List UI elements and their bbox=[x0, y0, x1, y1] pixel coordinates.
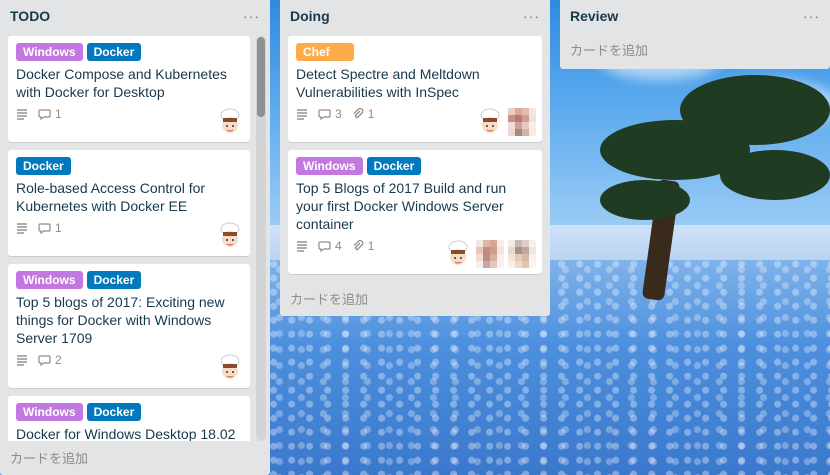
card[interactable]: Chef Detect Spectre and Meltdown Vulnera… bbox=[288, 36, 542, 142]
card[interactable]: Windows Docker Top 5 blogs of 2017: Exci… bbox=[8, 264, 250, 388]
label-docker: Docker bbox=[86, 43, 142, 61]
pixelated-avatar[interactable] bbox=[476, 240, 504, 268]
tree-crown bbox=[720, 150, 830, 200]
comment-count: 1 bbox=[55, 107, 62, 121]
attachments-badge: 1 bbox=[352, 239, 375, 253]
list-header: Review ··· bbox=[560, 0, 830, 32]
list-doing: Doing ··· Chef Detect Spectre and Meltdo… bbox=[280, 0, 550, 316]
attachment-count: 1 bbox=[367, 239, 375, 253]
card[interactable]: Windows Docker Docker for Windows Deskto… bbox=[8, 396, 250, 441]
tree-crown bbox=[680, 75, 830, 145]
chef-avatar[interactable] bbox=[216, 222, 244, 250]
label-docker: Docker bbox=[16, 157, 71, 175]
card-title: Top 5 Blogs of 2017 Build and run your f… bbox=[296, 180, 507, 232]
comment-count: 3 bbox=[335, 107, 342, 121]
description-icon bbox=[16, 354, 28, 366]
attachments-badge: 1 bbox=[352, 107, 375, 121]
card[interactable]: Windows Docker Top 5 Blogs of 2017 Build… bbox=[288, 150, 542, 274]
chef-avatar[interactable] bbox=[476, 108, 504, 136]
attachment-count: 1 bbox=[367, 107, 375, 121]
label-chef: Chef bbox=[296, 43, 354, 61]
card-container: Windows Docker Docker Compose and Kubern… bbox=[8, 36, 250, 441]
list-menu-button[interactable]: ··· bbox=[243, 8, 260, 24]
chef-avatar[interactable] bbox=[444, 240, 472, 268]
label-docker: Docker bbox=[366, 157, 422, 175]
card-title: Docker Compose and Kubernetes with Docke… bbox=[16, 66, 227, 100]
comments-badge: 4 bbox=[318, 239, 342, 253]
comment-count: 1 bbox=[55, 221, 62, 235]
description-icon bbox=[16, 108, 28, 120]
chef-avatar[interactable] bbox=[216, 354, 244, 382]
comment-count: 2 bbox=[55, 353, 62, 367]
scrollbar-thumb[interactable] bbox=[257, 37, 265, 117]
card-title: Detect Spectre and Meltdown Vulnerabilit… bbox=[296, 66, 480, 100]
comment-icon bbox=[38, 108, 51, 120]
list-header: Doing ··· bbox=[280, 0, 550, 32]
comment-icon bbox=[38, 222, 51, 234]
list-todo: TODO ··· Windows Docker Docker Compose a… bbox=[0, 0, 270, 475]
label-windows: Windows bbox=[16, 271, 83, 289]
paperclip-icon bbox=[353, 240, 364, 251]
label-windows: Windows bbox=[296, 157, 363, 175]
description-icon bbox=[16, 222, 28, 234]
comment-count: 4 bbox=[335, 239, 342, 253]
paperclip-icon bbox=[353, 108, 364, 119]
list-menu-button[interactable]: ··· bbox=[803, 8, 820, 24]
comments-badge: 2 bbox=[38, 353, 62, 367]
card-container: Chef Detect Spectre and Meltdown Vulnera… bbox=[288, 36, 542, 282]
comment-icon bbox=[318, 108, 331, 120]
pixelated-avatar[interactable] bbox=[508, 240, 536, 268]
card-title: Docker for Windows Desktop 18.02 bbox=[16, 426, 236, 441]
comments-badge: 1 bbox=[38, 221, 62, 235]
add-card-button[interactable]: カードを追加 bbox=[570, 40, 648, 59]
description-icon bbox=[296, 108, 308, 120]
list-header: TODO ··· bbox=[0, 0, 270, 32]
label-docker: Docker bbox=[86, 403, 142, 421]
list-review: Review ··· カードを追加 bbox=[560, 0, 830, 69]
add-card-button[interactable]: カードを追加 bbox=[10, 448, 88, 467]
card-title: Top 5 blogs of 2017: Exciting new things… bbox=[16, 294, 225, 346]
comment-icon bbox=[38, 354, 51, 366]
chef-avatar[interactable] bbox=[216, 108, 244, 136]
description-icon bbox=[296, 240, 308, 252]
card[interactable]: Docker Role-based Access Control for Kub… bbox=[8, 150, 250, 256]
label-windows: Windows bbox=[16, 43, 83, 61]
tree-crown bbox=[600, 180, 690, 220]
add-card-button[interactable]: カードを追加 bbox=[290, 289, 368, 308]
list-title: Review bbox=[570, 8, 619, 24]
comments-badge: 3 bbox=[318, 107, 342, 121]
list-title: Doing bbox=[290, 8, 330, 24]
comments-badge: 1 bbox=[38, 107, 62, 121]
pixelated-avatar[interactable] bbox=[508, 108, 536, 136]
card[interactable]: Windows Docker Docker Compose and Kubern… bbox=[8, 36, 250, 142]
list-scrollbar[interactable] bbox=[256, 36, 266, 441]
label-windows: Windows bbox=[16, 403, 83, 421]
comment-icon bbox=[318, 240, 331, 252]
label-docker: Docker bbox=[86, 271, 142, 289]
list-title: TODO bbox=[10, 8, 51, 24]
list-menu-button[interactable]: ··· bbox=[523, 8, 540, 24]
card-title: Role-based Access Control for Kubernetes… bbox=[16, 180, 206, 214]
